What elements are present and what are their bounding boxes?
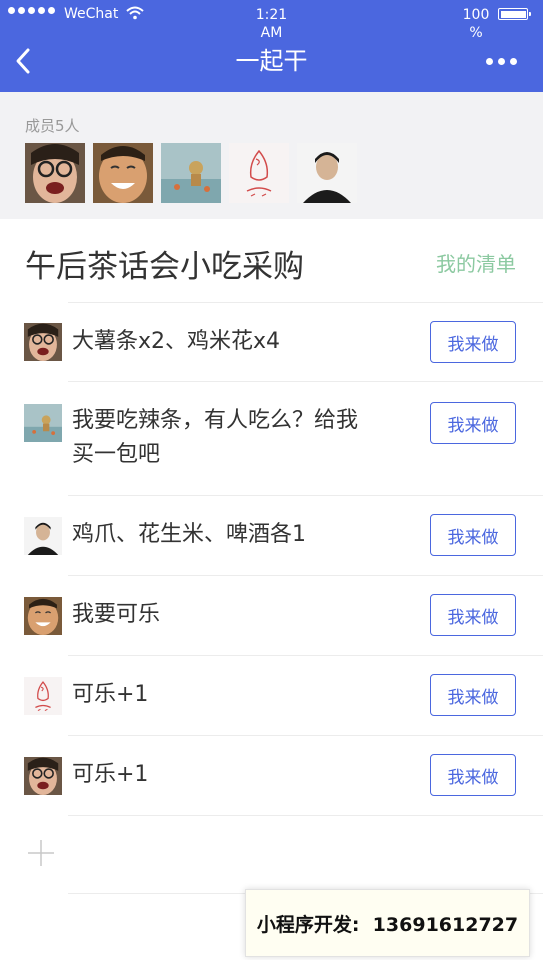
claim-button[interactable]: 我来做: [430, 674, 516, 716]
avatar[interactable]: [161, 143, 221, 203]
task-list-card: 午后茶话会小吃采购 我的清单 大薯条x2、鸡米花x4 我来做 我要吃辣条，有人吃…: [0, 219, 543, 960]
my-list-link[interactable]: 我的清单: [436, 248, 516, 277]
list-title: 午后茶话会小吃采购: [25, 249, 304, 285]
list-item: 我要可乐 我来做: [0, 576, 543, 656]
divider: [68, 815, 543, 816]
claim-button[interactable]: 我来做: [430, 594, 516, 636]
battery-percent: 100 %: [452, 6, 500, 42]
members-section: 成员5人: [0, 92, 543, 219]
avatar: [24, 517, 62, 555]
avatar[interactable]: [229, 143, 289, 203]
avatar[interactable]: [25, 143, 85, 203]
members-count-label: 成员5人: [25, 117, 80, 135]
item-text: 鸡爪、花生米、啤酒各1: [72, 522, 306, 547]
avatar: [24, 404, 62, 442]
avatar: [24, 757, 62, 795]
avatar[interactable]: [297, 143, 357, 203]
list-item: 可乐+1 我来做: [0, 656, 543, 736]
list-item: 大薯条x2、鸡米花x4 我来做: [0, 303, 543, 382]
claim-button[interactable]: 我来做: [430, 754, 516, 796]
battery-percent-text: 100 %: [462, 7, 490, 41]
promo-banner: 小程序开发: 13691612727: [245, 889, 530, 957]
page-title: 一起干: [235, 47, 308, 75]
item-text: 我要吃辣条，有人吃么？给我买一包吧: [72, 408, 359, 467]
item-text: 我要可乐: [72, 602, 161, 627]
claim-button[interactable]: 我来做: [430, 402, 516, 444]
clock-text: 1:21 AM: [255, 7, 288, 41]
list-item: 可乐+1 我来做: [0, 736, 543, 816]
member-avatars: [25, 143, 357, 203]
claim-button[interactable]: 我来做: [430, 321, 516, 363]
plus-icon: [28, 840, 54, 866]
promo-text: 小程序开发: 13691612727: [256, 913, 519, 936]
more-button[interactable]: [486, 55, 522, 67]
list-item: 我要吃辣条，有人吃么？给我买一包吧 我来做: [0, 382, 543, 496]
avatar: [24, 323, 62, 361]
battery-icon: [498, 8, 531, 20]
claim-button[interactable]: 我来做: [430, 514, 516, 556]
avatar[interactable]: [93, 143, 153, 203]
more-dots-icon: [486, 57, 493, 65]
avatar: [24, 677, 62, 715]
item-text: 可乐+1: [72, 682, 149, 707]
item-text: 大薯条x2、鸡米花x4: [72, 329, 281, 354]
top-bar: WeChat 1:21 AM 100 % 一起干: [0, 0, 543, 92]
status-bar: WeChat 1:21 AM 100 %: [0, 0, 543, 44]
item-text: 可乐+1: [72, 762, 149, 787]
add-item-button[interactable]: [26, 838, 56, 868]
list-item: 鸡爪、花生米、啤酒各1 我来做: [0, 496, 543, 576]
avatar: [24, 597, 62, 635]
